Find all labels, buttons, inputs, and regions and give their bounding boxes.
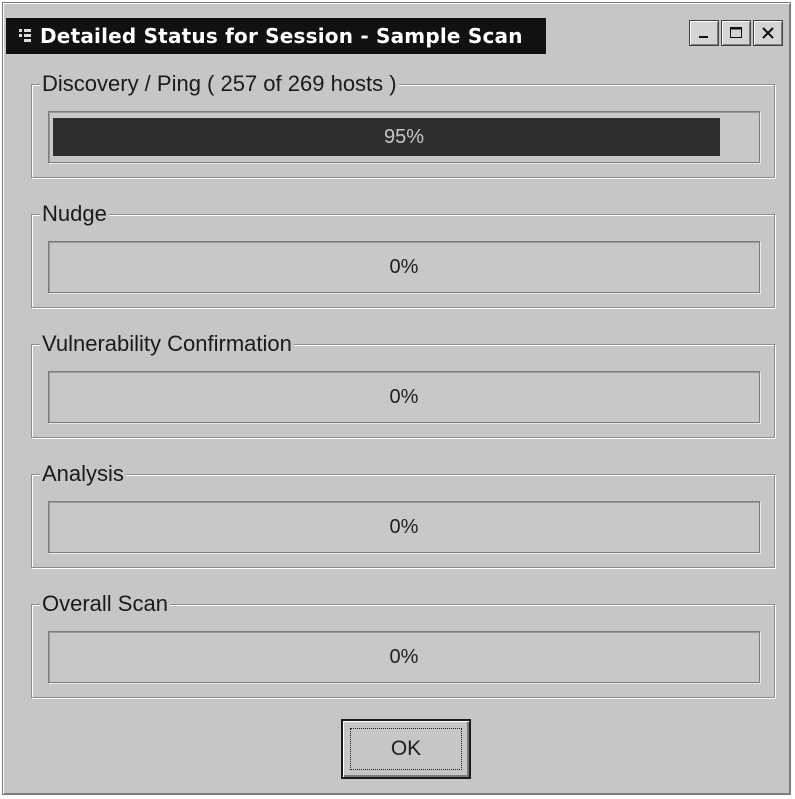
ok-button-label: OK	[390, 737, 422, 760]
window-controls	[689, 20, 783, 46]
progress-text-discovery-ping: 95%	[383, 125, 425, 148]
group-discovery-ping: Discovery / Ping ( 257 of 269 hosts ) 95…	[31, 71, 775, 178]
maximize-button[interactable]	[721, 20, 751, 46]
progress-text-vulnerability-confirmation: 0%	[389, 385, 419, 408]
progress-bar-discovery-ping: 95%	[48, 111, 760, 163]
group-analysis: Analysis 0%	[31, 461, 775, 568]
close-icon	[762, 27, 774, 39]
progress-bar-vulnerability-confirmation: 0%	[48, 371, 760, 423]
progress-text-analysis: 0%	[389, 515, 419, 538]
group-label-vulnerability-confirmation: Vulnerability Confirmation	[40, 331, 294, 357]
group-label-discovery-ping: Discovery / Ping ( 257 of 269 hosts )	[40, 71, 399, 97]
group-vulnerability-confirmation: Vulnerability Confirmation 0%	[31, 331, 775, 438]
status-dialog-window: Detailed Status for Session - Sample Sca…	[2, 2, 791, 795]
window-title: Detailed Status for Session - Sample Sca…	[40, 24, 523, 48]
group-overall-scan: Overall Scan 0%	[31, 591, 775, 698]
ok-button[interactable]: OK	[341, 719, 471, 779]
title-bar[interactable]: Detailed Status for Session - Sample Sca…	[6, 6, 787, 58]
progress-text-overall-scan: 0%	[389, 645, 419, 668]
progress-text-nudge: 0%	[389, 255, 419, 278]
minimize-button[interactable]	[689, 20, 719, 46]
group-nudge: Nudge 0%	[31, 201, 775, 308]
app-icon	[16, 27, 34, 45]
close-button[interactable]	[753, 20, 783, 46]
progress-bar-overall-scan: 0%	[48, 631, 760, 683]
progress-bar-analysis: 0%	[48, 501, 760, 553]
minimize-icon	[699, 36, 708, 38]
group-label-analysis: Analysis	[40, 461, 126, 487]
maximize-icon	[730, 27, 742, 38]
group-label-overall-scan: Overall Scan	[40, 591, 170, 617]
progress-bar-nudge: 0%	[48, 241, 760, 293]
title-bar-active-region: Detailed Status for Session - Sample Sca…	[6, 18, 546, 54]
group-label-nudge: Nudge	[40, 201, 109, 227]
